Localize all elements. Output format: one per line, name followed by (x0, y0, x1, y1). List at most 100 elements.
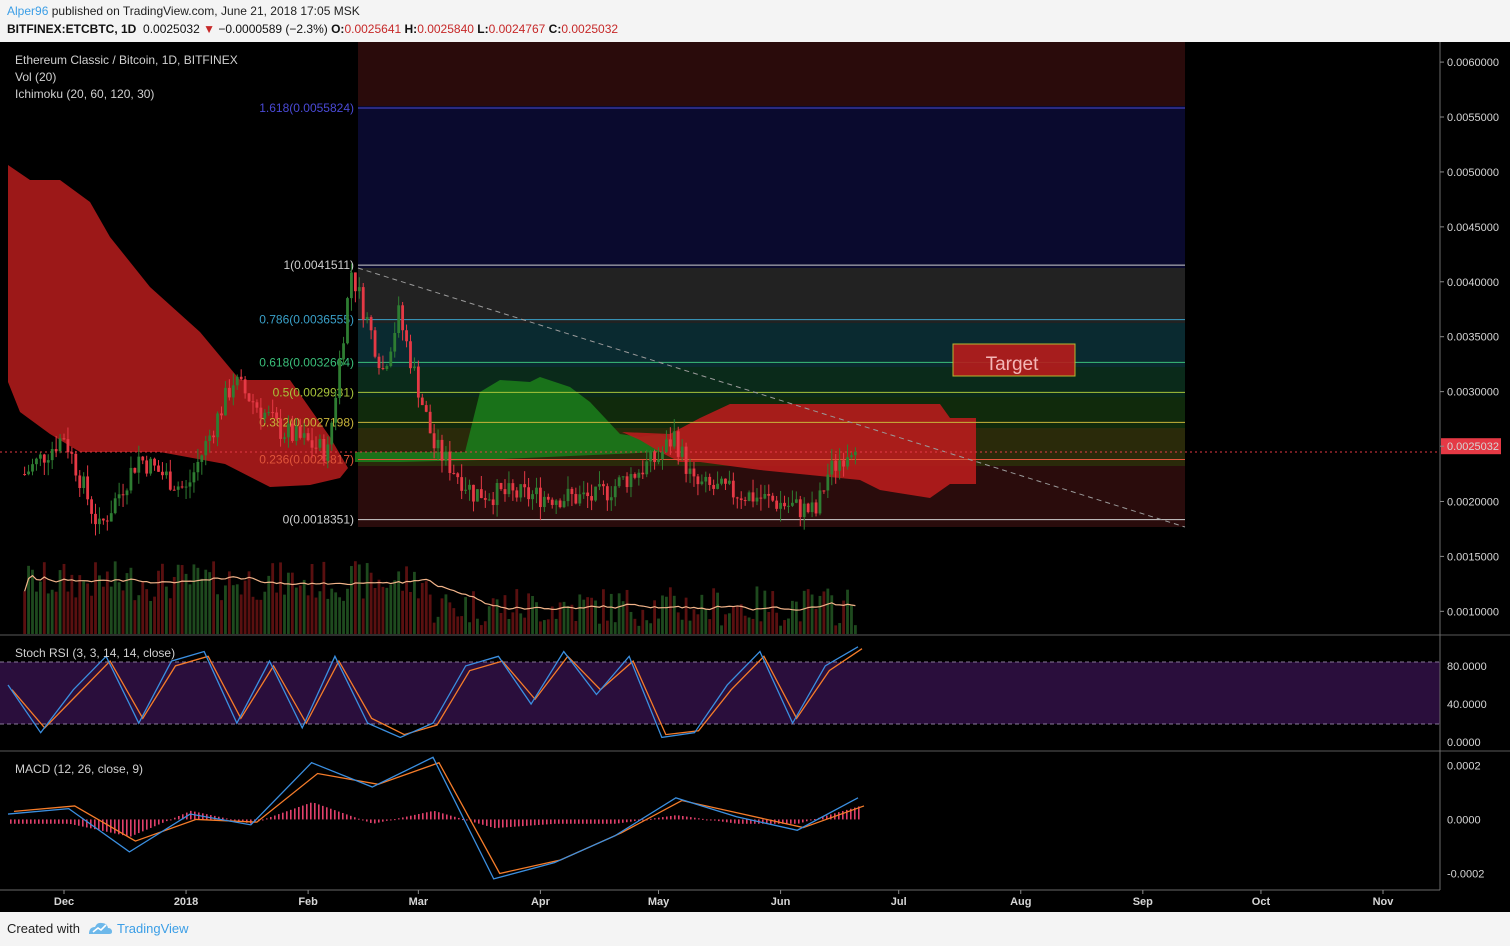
candle-body (393, 332, 397, 352)
macd-hist-bar (574, 819, 576, 824)
macd-hist-bar (154, 819, 156, 827)
candle-body (700, 481, 704, 485)
volume-bar (397, 571, 401, 634)
candle-body (594, 486, 597, 501)
volume-bar (672, 595, 676, 634)
candle-body (287, 423, 290, 438)
macd-hist-bar (802, 819, 804, 823)
candle-body (854, 451, 857, 456)
vol-label: Vol (20) (15, 70, 56, 84)
macd-hist-bar (378, 819, 380, 823)
macd-hist-bar (602, 819, 604, 824)
tradingview-brand-link[interactable]: TradingView (117, 921, 189, 936)
volume-bar (86, 583, 90, 634)
volume-bar (503, 595, 507, 634)
volume-bar (554, 618, 558, 634)
macd-hist-bar (270, 816, 272, 820)
volume-bar (23, 591, 27, 634)
volume-bar (424, 581, 428, 634)
candle-body (137, 456, 141, 473)
candle-body (353, 272, 357, 292)
candle-body (35, 458, 38, 465)
macd-hist-bar (498, 819, 500, 828)
volume-bar (806, 589, 810, 634)
candle-body (125, 490, 129, 496)
chart-canvas[interactable]: 1.618(0.0055824) 1(0.0041511) 0.786(0.0036… (0, 42, 1510, 912)
volume-bar (216, 594, 219, 634)
macd-hist-bar (730, 819, 732, 823)
volume-bar (314, 597, 318, 634)
volume-bar (531, 595, 534, 634)
candle-body (424, 405, 428, 412)
candle-body (70, 452, 74, 454)
volume-bar (743, 615, 747, 634)
candle-body (503, 489, 507, 495)
down-arrow-icon: ▼ (203, 22, 215, 36)
volume-bar (172, 576, 176, 634)
macd-hist-bar (490, 819, 492, 828)
price-tick-label: 0.0055000 (1447, 112, 1499, 124)
candle-body (98, 518, 101, 525)
candle-body (452, 472, 456, 474)
volume-bar (220, 600, 223, 634)
candle-body (157, 465, 160, 472)
volume-bar (247, 571, 251, 634)
candle-body (794, 499, 798, 503)
volume-bar (31, 569, 34, 634)
volume-bar (54, 591, 58, 634)
candle-body (558, 500, 562, 508)
author-link[interactable]: Alper96 (7, 4, 48, 18)
macd-hist-bar (230, 819, 232, 821)
candle-body (196, 461, 200, 473)
target-box[interactable]: Target (952, 343, 1076, 377)
candle-body (432, 433, 436, 449)
volume-bar (802, 590, 806, 634)
macd-hist-bar (606, 819, 608, 824)
macd-hist-bar (362, 819, 364, 821)
volume-bar (393, 580, 397, 634)
tradingview-logo-icon[interactable] (87, 920, 113, 936)
macd-hist-bar (50, 819, 52, 824)
volume-bar (637, 625, 641, 634)
macd-hist-bar (174, 817, 176, 820)
ichimoku-label: Ichimoku (20, 60, 120, 30) (15, 87, 154, 101)
volume-bar (680, 619, 684, 634)
macd-hist-bar (670, 815, 672, 820)
candle-body (802, 503, 806, 518)
candle-body (550, 499, 554, 505)
candle-body (625, 476, 629, 488)
macd-hist-bar (414, 814, 416, 820)
volume-bar (834, 625, 838, 634)
candle-body (542, 496, 546, 508)
volume-bar (283, 594, 286, 634)
volume-bar (460, 616, 464, 634)
candle-body (507, 483, 511, 495)
candle-body (582, 492, 586, 495)
volume-bar (468, 622, 471, 634)
macd-hist-bar (666, 816, 668, 820)
candle-body (31, 464, 34, 472)
volume-bar (318, 591, 322, 634)
candle-body (696, 476, 700, 485)
high-value: 0.0025840 (417, 22, 474, 36)
macd-hist-bar (314, 803, 316, 820)
candle-body (101, 518, 105, 521)
volume-bar (476, 618, 479, 634)
candle-body (267, 412, 271, 414)
macd-hist-bar (114, 819, 116, 834)
volume-bar (747, 617, 751, 634)
volume-bar (661, 595, 664, 634)
candle-body (519, 484, 523, 498)
volume-bar (271, 563, 275, 634)
low-value: 0.0024767 (488, 22, 546, 36)
macd-hist-bar (346, 814, 348, 820)
time-tick-label: May (648, 896, 670, 908)
candle-body (235, 376, 239, 386)
macd-hist-bar (566, 819, 568, 824)
candle-body (668, 439, 672, 447)
macd-hist-bar (542, 819, 544, 825)
candle-body (499, 482, 503, 490)
volume-bar (724, 614, 727, 634)
macd-hist-bar (722, 819, 724, 822)
volume-bar (342, 600, 345, 634)
